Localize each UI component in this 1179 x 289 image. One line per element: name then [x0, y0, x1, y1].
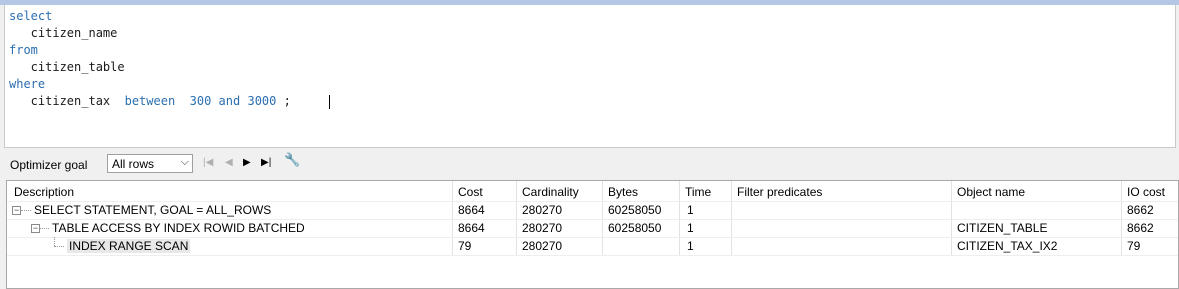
row-cost: 8664 [458, 203, 485, 217]
last-record-icon[interactable]: ▶| [261, 157, 271, 169]
plan-toolbar: Optimizer goal All rows ⌵ |◀ ◀ ▶ ▶| 🔧 [4, 150, 1174, 178]
col-bytes[interactable]: Bytes [608, 185, 638, 199]
col-filter-predicates[interactable]: Filter predicates [737, 185, 822, 199]
col-description[interactable]: Description [14, 185, 74, 199]
sql-editor[interactable]: select citizen_name from citizen_table w… [4, 5, 1176, 148]
tree-connector [54, 246, 64, 248]
keyword-from: from [9, 43, 38, 57]
col-object-name[interactable]: Object name [957, 185, 1025, 199]
sql-line-4: citizen_table [9, 59, 125, 76]
chevron-down-icon: ⌵ [180, 156, 189, 168]
keyword-and: and [218, 94, 241, 108]
keyword-between: between [124, 94, 176, 108]
sql-line-1: select [9, 8, 52, 25]
first-record-icon[interactable]: |◀ [203, 157, 213, 169]
row-description: INDEX RANGE SCAN [67, 239, 191, 253]
col-io-cost[interactable]: IO cost [1127, 185, 1165, 199]
table-row[interactable]: − TABLE ACCESS BY INDEX ROWID BATCHED 86… [7, 219, 1178, 237]
row-cardinality: 280270 [522, 239, 563, 253]
wrench-icon[interactable]: 🔧 [284, 153, 300, 166]
sql-line-5: where [9, 76, 45, 93]
low-value: 300 [189, 94, 212, 108]
optimizer-goal-label: Optimizer goal [10, 158, 88, 172]
row-io-cost: 8662 [1127, 221, 1154, 235]
high-value: 3000 [247, 94, 277, 108]
keyword-select: select [9, 9, 53, 23]
prev-record-icon[interactable]: ◀ [225, 157, 233, 169]
row-cost: 79 [458, 239, 472, 253]
sql-line-2: citizen_name [9, 25, 118, 42]
row-description: TABLE ACCESS BY INDEX ROWID BATCHED [52, 221, 305, 235]
row-io-cost: 79 [1127, 239, 1141, 253]
col-cost[interactable]: Cost [458, 185, 483, 199]
next-record-icon[interactable]: ▶ [243, 157, 251, 169]
text-caret [329, 95, 330, 109]
table-identifier: citizen_table [9, 60, 125, 74]
row-divider [7, 255, 1178, 256]
row-cardinality: 280270 [522, 203, 563, 217]
row-cost: 8664 [458, 221, 485, 235]
collapse-icon[interactable]: − [12, 206, 21, 215]
row-object: CITIZEN_TABLE [957, 221, 1048, 235]
sql-line-6: citizen_tax between 300 and 3000 ; [9, 93, 291, 110]
keyword-where: where [9, 77, 46, 91]
row-time: 1 [687, 221, 694, 235]
table-row[interactable]: INDEX RANGE SCAN 79 280270 1 CITIZEN_TAX… [7, 237, 1178, 255]
tree-connector [40, 228, 49, 230]
semicolon: ; [283, 94, 291, 108]
col-cardinality[interactable]: Cardinality [522, 185, 579, 199]
grid-header: Description Cost Cardinality Bytes Time … [7, 181, 1178, 201]
row-time: 1 [687, 239, 694, 253]
optimizer-goal-select[interactable]: All rows ⌵ [107, 154, 193, 173]
row-object: CITIZEN_TAX_IX2 [957, 239, 1058, 253]
tree-connector [54, 237, 56, 246]
row-bytes: 60258050 [608, 203, 662, 217]
column-identifier: citizen_name [9, 26, 118, 40]
row-io-cost: 8662 [1127, 203, 1154, 217]
row-bytes: 60258050 [608, 221, 662, 235]
optimizer-goal-value: All rows [112, 157, 155, 171]
collapse-icon[interactable]: − [31, 224, 40, 233]
sql-line-3: from [9, 42, 38, 59]
row-cardinality: 280270 [522, 221, 563, 235]
tree-connector [21, 210, 31, 212]
col-time[interactable]: Time [685, 185, 711, 199]
execution-plan-grid[interactable]: Description Cost Cardinality Bytes Time … [6, 180, 1179, 289]
row-description: SELECT STATEMENT, GOAL = ALL_ROWS [34, 203, 272, 217]
table-row[interactable]: − SELECT STATEMENT, GOAL = ALL_ROWS 8664… [7, 201, 1178, 219]
filter-column: citizen_tax [9, 94, 125, 108]
row-time: 1 [687, 203, 694, 217]
